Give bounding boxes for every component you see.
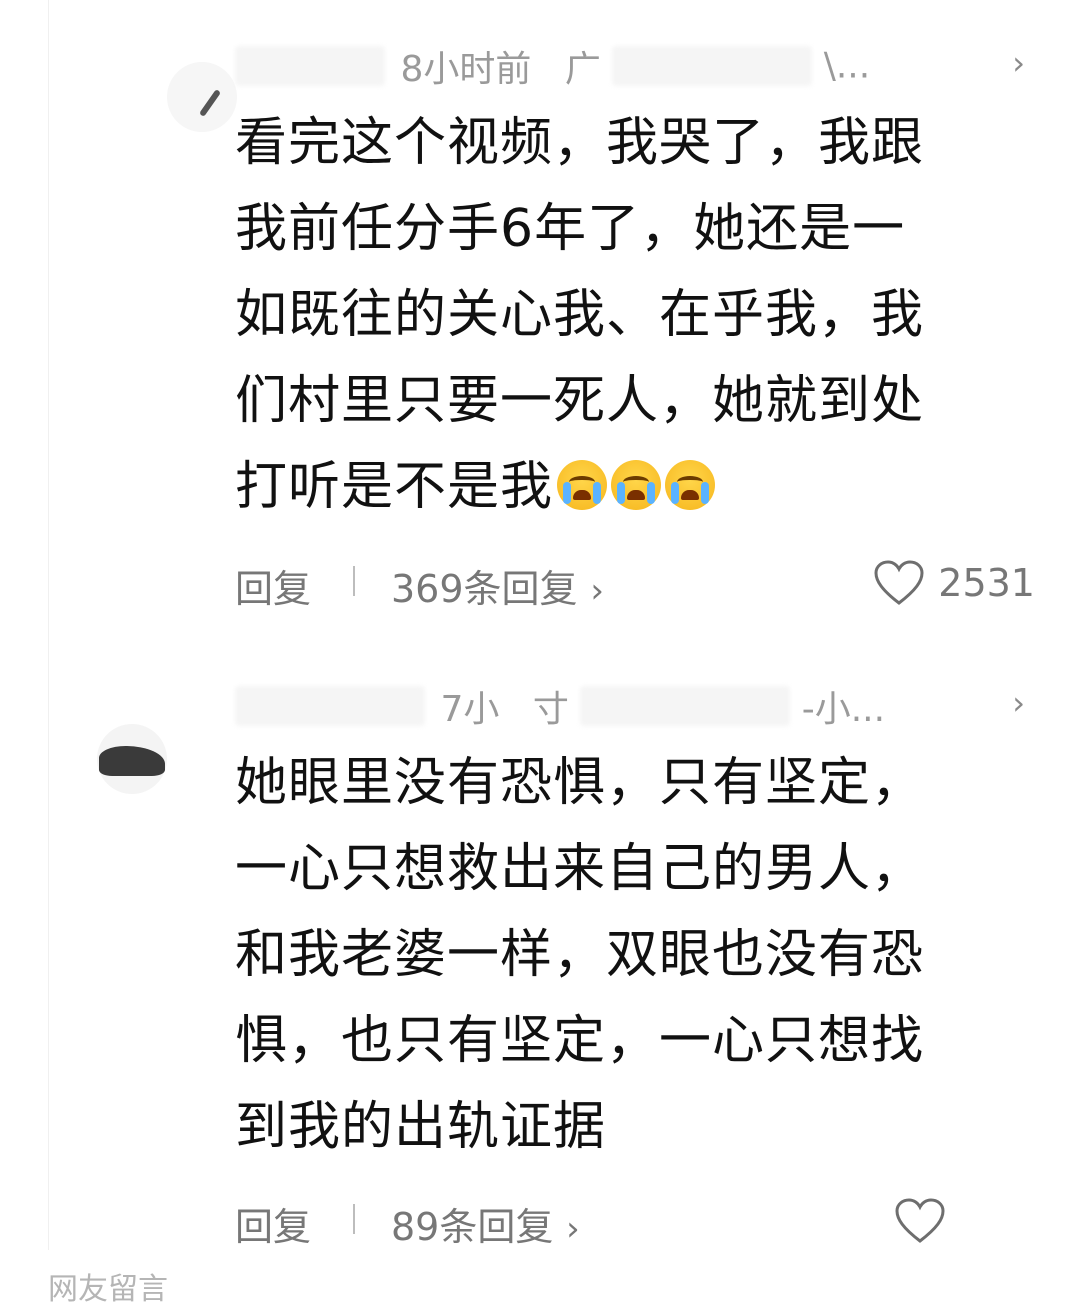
comment-item: 7小 寸 -小... › 她眼里没有恐惧，只有坚定， 一心只想救出来自己的男人，… (49, 640, 1080, 1250)
like-button[interactable]: 2531 (874, 558, 1035, 608)
like-button[interactable] (895, 1196, 959, 1246)
replies-count-label: 89条回复 (391, 1205, 554, 1249)
comment-line: 和我老婆一样，双眼也没有恐 (235, 925, 925, 985)
chevron-right-icon: › (579, 571, 604, 611)
blurred-region (580, 686, 791, 726)
view-replies-button[interactable]: 89条回复 › (391, 1196, 580, 1251)
replies-count-label: 369条回复 (391, 567, 578, 611)
comment-text: 她眼里没有恐惧，只有坚定， 一心只想救出来自己的男人， 和我老婆一样，双眼也没有… (235, 740, 995, 1170)
reply-button[interactable]: 回复 (235, 558, 311, 613)
crying-face-icon (611, 460, 662, 510)
comment-line: 打听是不是我 (235, 444, 995, 530)
comment-line: 到我的出轨证据 (235, 1097, 607, 1157)
chevron-right-icon: › (555, 1209, 580, 1249)
comment-meta: 8小时前 广 \... › (235, 40, 1025, 90)
comment-time: 7小 (440, 689, 500, 730)
comment-line: 惧，也只有坚定，一心只想找 (235, 1011, 925, 1071)
image-caption: 网友留言 (48, 1272, 168, 1307)
comment-line: 如既往的关心我、在乎我，我 (235, 285, 925, 345)
chevron-right-icon[interactable]: › (1012, 684, 1025, 722)
comment-location: 广 (564, 49, 601, 90)
heart-icon (895, 1198, 945, 1243)
comment-location-tail: \... (823, 45, 871, 87)
comment-line-text: 打听是不是我 (235, 457, 554, 517)
comment-line: 她眼里没有恐惧，只有坚定， (235, 753, 925, 813)
avatar[interactable] (97, 724, 167, 794)
comment-item: 8小时前 广 \... › 看完这个视频，我哭了，我跟 我前任分手6年了，她还是… (49, 0, 1080, 620)
view-replies-button[interactable]: 369条回复 › (391, 558, 604, 613)
comment-actions: 回复 369条回复 › 2531 (235, 558, 1035, 611)
comment-actions: 回复 89条回复 › (235, 1196, 995, 1249)
comment-line: 我前任分手6年了，她还是一 (235, 199, 906, 259)
comment-line: 一心只想救出来自己的男人， (235, 839, 925, 899)
chevron-right-icon[interactable]: › (1012, 44, 1025, 82)
comment-meta: 7小 寸 -小... › (235, 680, 1025, 730)
comment-line: 看完这个视频，我哭了，我跟 (235, 113, 925, 173)
username-blurred (235, 686, 425, 726)
heart-icon (874, 560, 924, 605)
avatar-image (99, 746, 165, 776)
comment-card: 8小时前 广 \... › 看完这个视频，我哭了，我跟 我前任分手6年了，她还是… (48, 0, 1080, 1250)
like-count: 2531 (938, 561, 1035, 605)
comment-line: 们村里只要一死人，她就到处 (235, 371, 925, 431)
reply-button[interactable]: 回复 (235, 1196, 311, 1251)
comment-location-tail: -小... (801, 689, 886, 730)
avatar-image (198, 88, 222, 118)
blurred-region (612, 46, 813, 86)
comment-location: 寸 (532, 689, 569, 730)
comment-text: 看完这个视频，我哭了，我跟 我前任分手6年了，她还是一 如既往的关心我、在乎我，… (235, 100, 995, 530)
crying-face-icon (665, 460, 716, 510)
avatar[interactable] (167, 62, 237, 132)
username-blurred (235, 46, 385, 86)
crying-face-icon (557, 460, 608, 510)
comment-time: 8小时前 (400, 49, 532, 90)
divider (353, 1204, 355, 1234)
divider (353, 566, 355, 596)
